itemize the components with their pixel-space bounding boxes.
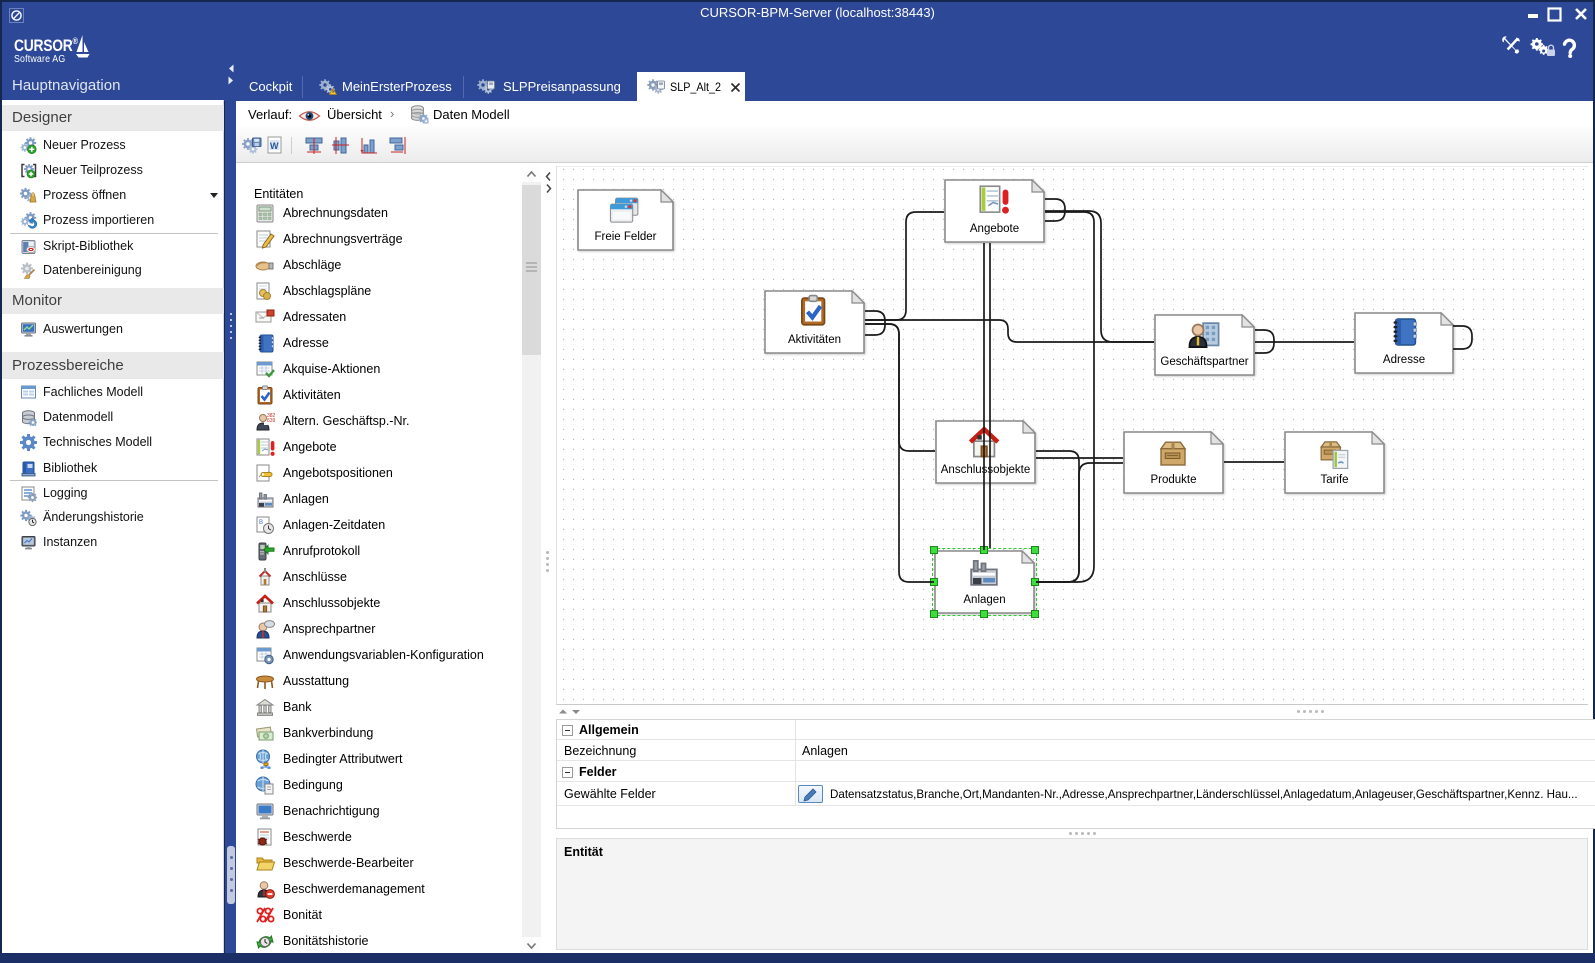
svg-text:W: W xyxy=(270,141,279,151)
svg-text:B: B xyxy=(259,520,263,526)
svg-text:639: 639 xyxy=(267,418,276,424)
